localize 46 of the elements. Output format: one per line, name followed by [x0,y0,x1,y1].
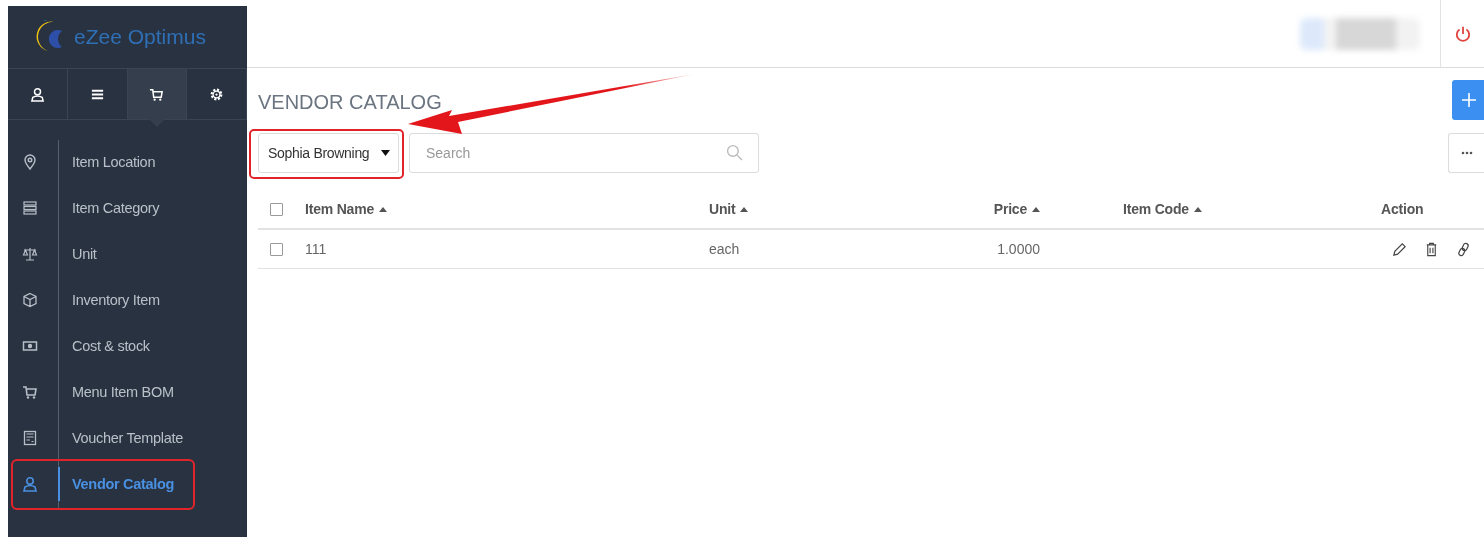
sort-up-icon[interactable] [379,206,387,212]
banknote-icon [22,338,38,354]
user-icon [22,476,38,492]
sidebar-item[interactable]: Inventory Item [72,292,160,308]
plus-icon [1461,92,1477,108]
link-icon[interactable] [1456,241,1471,257]
search-field[interactable]: Search [409,133,759,173]
search-icon [726,144,743,161]
scale-icon [22,246,38,262]
user-icon [29,86,45,102]
trash-icon[interactable] [1424,241,1439,257]
page-title: VENDOR CATALOG [258,89,442,114]
sidebar-item[interactable]: Unit [72,246,97,262]
ellipsis-icon [1460,151,1473,155]
box-icon [22,292,38,308]
column-header[interactable]: Item Name [305,201,374,217]
document-icon [22,430,38,446]
cart-icon [149,86,165,102]
sidebar-item[interactable]: Voucher Template [72,430,183,446]
sidebar-item[interactable]: Item Location [72,154,156,170]
column-header[interactable]: Price [993,201,1027,217]
row-checkbox[interactable] [270,242,283,256]
sort-up-icon[interactable] [1032,206,1040,212]
caret-icon [381,150,390,156]
cart-icon [22,384,38,400]
table-cell-text: 1.0000 [996,241,1040,257]
table-cell-text: 111 [305,241,328,257]
select-all-checkbox[interactable] [270,202,283,216]
sidebar-item[interactable]: Cost & stock [72,338,150,354]
table-cell-text: each [709,241,741,257]
sidebar-item[interactable]: Vendor Catalog [72,476,175,492]
power-icon [1453,24,1472,43]
pencil-icon[interactable] [1392,241,1407,257]
settings-icon [209,86,225,102]
stacked-rows-icon [22,200,38,216]
location-pin-icon [22,154,38,170]
column-header: Action [1381,201,1424,217]
vendor-dropdown[interactable]: Sophia Browning [258,133,399,173]
sidebar-item[interactable]: Item Category [72,200,160,216]
sort-up-icon[interactable] [1193,206,1202,212]
sort-up-icon[interactable] [740,206,749,212]
add-button[interactable] [1452,80,1484,120]
sidebar-item[interactable]: Menu Item BOM [72,384,174,400]
logo-text: eZee Optimus [74,25,206,49]
column-header[interactable]: Unit [709,201,736,217]
column-header[interactable]: Item Code [1123,201,1189,217]
